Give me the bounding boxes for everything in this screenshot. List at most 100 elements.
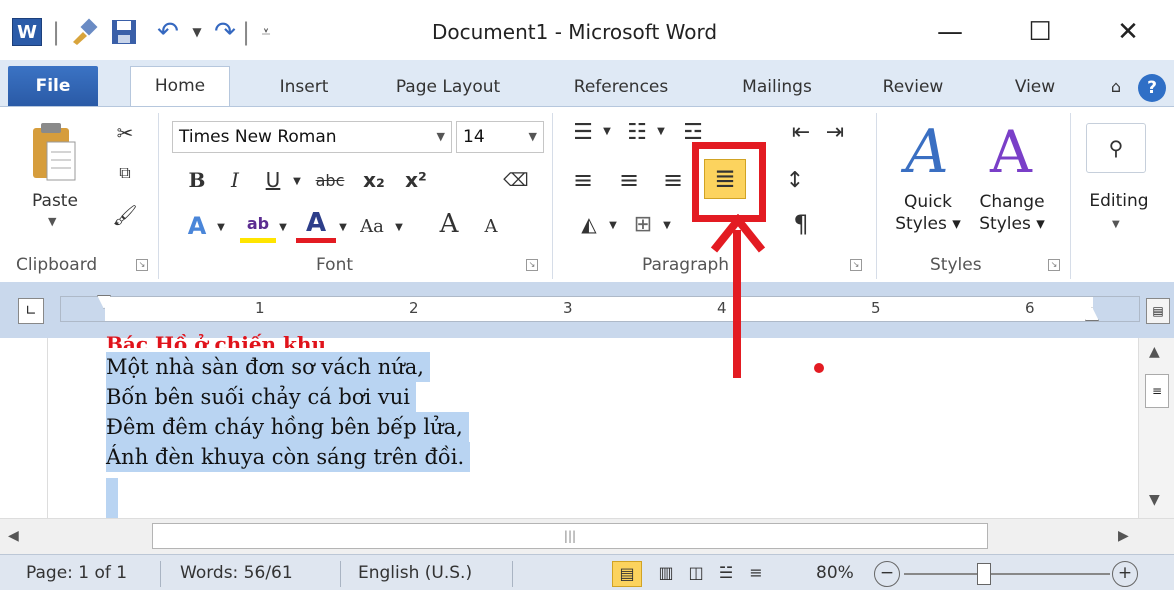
line-spacing-icon[interactable]: ↕ (778, 163, 812, 197)
minimize-button[interactable]: — (920, 10, 980, 54)
font-size-dropdown-icon[interactable]: ▼ (529, 122, 537, 152)
view-ruler-icon[interactable]: ▤ (1146, 298, 1170, 324)
underline-button[interactable]: U (258, 165, 288, 195)
document-area[interactable]: Bác Hồ ở chiến khu Một nhà sàn đơn sơ vá… (0, 332, 1174, 518)
increase-indent-icon[interactable]: ⇥ (820, 117, 850, 147)
maximize-button[interactable]: ☐ (1010, 10, 1070, 54)
paragraph-launcher-icon[interactable]: ↘ (850, 259, 862, 271)
copy-icon[interactable]: ⧉ (110, 159, 140, 187)
zoom-in-icon[interactable]: + (1112, 561, 1138, 587)
web-layout-icon[interactable]: ◫ (682, 555, 710, 590)
undo-icon[interactable]: ↶ (150, 14, 186, 50)
zoom-slider-track[interactable] (904, 573, 1110, 575)
editing-button[interactable]: Editing (1074, 191, 1164, 211)
customize-quick-access-icon[interactable]: ⩡ (256, 14, 276, 50)
grow-font-button[interactable]: A (432, 207, 466, 241)
superscript-button[interactable]: x² (398, 165, 434, 195)
highlight-button[interactable]: ab (240, 209, 276, 243)
tab-page-layout[interactable]: Page Layout (378, 72, 518, 106)
format-painter-icon[interactable]: 🖌 (110, 201, 140, 229)
zoom-out-icon[interactable]: − (874, 561, 900, 587)
scroll-left-icon[interactable]: ◀ (8, 528, 19, 544)
tab-home[interactable]: Home (130, 66, 230, 108)
bold-button[interactable]: B (182, 165, 212, 195)
page-count[interactable]: Page: 1 of 1 (26, 555, 127, 590)
scroll-up-icon[interactable]: ▲ (1149, 344, 1160, 360)
zoom-slider-thumb[interactable] (977, 563, 992, 585)
change-case-button[interactable]: Aa (352, 211, 392, 241)
font-size-field[interactable]: 14 ▼ (456, 121, 544, 153)
tab-review[interactable]: Review (868, 72, 958, 106)
change-case-dropdown-icon[interactable]: ▼ (392, 215, 406, 239)
quick-styles-icon[interactable]: A (892, 117, 962, 187)
align-center-icon[interactable]: ≡ (612, 163, 646, 197)
subscript-button[interactable]: x₂ (356, 165, 392, 195)
underline-dropdown-icon[interactable]: ▼ (290, 169, 304, 193)
borders-dropdown-icon[interactable]: ▼ (660, 213, 674, 237)
close-button[interactable]: ✕ (1098, 10, 1158, 54)
redo-icon[interactable]: ↷ (210, 14, 240, 50)
horizontal-scrollbar[interactable]: ◀ ||| ▶ (0, 518, 1174, 554)
tab-insert[interactable]: Insert (264, 72, 344, 106)
highlight-dropdown-icon[interactable]: ▼ (276, 215, 290, 239)
bullets-icon[interactable]: ☰ (566, 117, 600, 147)
editing-dropdown-icon[interactable]: ▼ (1112, 219, 1120, 230)
tab-references[interactable]: References (554, 72, 688, 106)
tab-file[interactable]: File (8, 66, 98, 106)
bullets-dropdown-icon[interactable]: ▼ (600, 119, 614, 143)
font-launcher-icon[interactable]: ↘ (526, 259, 538, 271)
tab-mailings[interactable]: Mailings (722, 72, 832, 106)
numbering-dropdown-icon[interactable]: ▼ (654, 119, 668, 143)
vertical-scrollbar[interactable]: ▲ ≡ ▼ (1138, 338, 1174, 518)
text-effects-icon[interactable]: A (180, 211, 214, 241)
vertical-scroll-thumb[interactable]: ≡ (1145, 374, 1169, 408)
styles-launcher-icon[interactable]: ↘ (1048, 259, 1060, 271)
scroll-down-icon[interactable]: ▼ (1149, 492, 1160, 508)
print-layout-icon[interactable]: ▤ (612, 561, 642, 587)
scroll-right-icon[interactable]: ▶ (1118, 528, 1129, 544)
paste-button[interactable]: Paste (20, 191, 90, 211)
poem-line-4[interactable]: Ánh đèn khuya còn sáng trên đồi. (106, 442, 471, 472)
font-name-dropdown-icon[interactable]: ▼ (437, 122, 445, 152)
word-logo-icon[interactable]: W (10, 14, 44, 50)
zoom-level[interactable]: 80% (816, 555, 854, 590)
poem-title[interactable]: Bác Hồ ở chiến khu (106, 330, 326, 348)
borders-icon[interactable]: ⊞ (626, 207, 660, 241)
font-name-field[interactable]: Times New Roman ▼ (172, 121, 452, 153)
align-right-icon[interactable]: ≡ (656, 163, 690, 197)
clear-formatting-icon[interactable]: ⌫ (498, 163, 534, 197)
poem-line-3[interactable]: Đêm đêm cháy hồng bên bếp lửa, (106, 412, 469, 442)
word-count[interactable]: Words: 56/61 (180, 555, 293, 590)
change-styles-button[interactable]: Change Styles ▾ (970, 191, 1054, 235)
horizontal-ruler[interactable]: 1 2 3 4 5 6 (60, 295, 1140, 322)
cut-icon[interactable]: ✂ (110, 119, 140, 147)
shrink-font-button[interactable]: A (476, 211, 506, 241)
format-painter-quick-icon[interactable] (66, 14, 102, 50)
italic-button[interactable]: I (220, 165, 250, 195)
paste-dropdown-icon[interactable]: ▼ (48, 215, 56, 228)
full-screen-reading-icon[interactable]: ▥ (652, 555, 680, 590)
find-icon[interactable]: ⚲ (1086, 123, 1146, 173)
shading-icon[interactable]: ◭ (572, 207, 606, 241)
tab-selector-icon[interactable]: ∟ (18, 298, 44, 324)
help-icon[interactable]: ? (1138, 74, 1166, 102)
tab-view[interactable]: View (1000, 72, 1070, 106)
font-color-button[interactable]: A (296, 207, 336, 243)
draft-icon[interactable]: ≡ (742, 555, 770, 590)
change-styles-icon[interactable]: A (976, 117, 1046, 187)
language-indicator[interactable]: English (U.S.) (358, 555, 472, 590)
strikethrough-button[interactable]: abc (310, 165, 350, 195)
poem-line-2[interactable]: Bốn bên suối chảy cá bơi vui (106, 382, 416, 412)
quick-styles-button[interactable]: Quick Styles ▾ (886, 191, 970, 235)
decrease-indent-icon[interactable]: ⇤ (786, 117, 816, 147)
text-effects-dropdown-icon[interactable]: ▼ (214, 215, 228, 239)
undo-dropdown-icon[interactable]: ▼ (188, 14, 206, 50)
clipboard-launcher-icon[interactable]: ↘ (136, 259, 148, 271)
numbering-icon[interactable]: ☷ (620, 117, 654, 147)
align-left-icon[interactable]: ≡ (566, 163, 600, 197)
show-formatting-button[interactable]: ¶ (784, 207, 818, 241)
save-icon[interactable] (106, 14, 142, 50)
font-color-dropdown-icon[interactable]: ▼ (336, 215, 350, 239)
horizontal-scroll-thumb[interactable]: ||| (152, 523, 988, 549)
paste-icon[interactable] (18, 115, 88, 189)
